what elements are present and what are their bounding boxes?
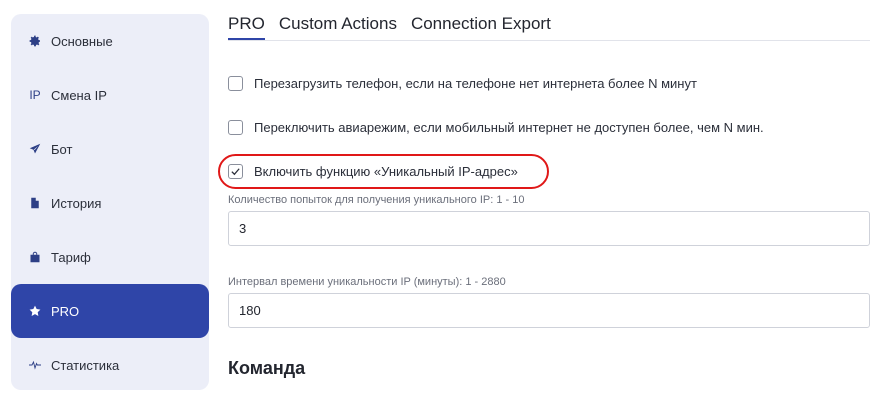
option-label: Переключить авиарежим, если мобильный ин… — [254, 120, 764, 135]
sidebar-item-label: История — [51, 195, 102, 211]
sidebar-item-tariff[interactable]: Тариф — [11, 230, 209, 284]
sidebar-item-ip-change[interactable]: IP Смена IP — [11, 68, 209, 122]
attempts-input[interactable] — [228, 211, 870, 246]
sidebar-item-label: Бот — [51, 141, 73, 157]
sidebar-item-label: Тариф — [51, 249, 91, 265]
document-icon — [27, 195, 43, 211]
sidebar-item-pro[interactable]: PRO — [11, 284, 209, 338]
tab-pro[interactable]: PRO — [228, 14, 265, 40]
section-title-command: Команда — [228, 358, 306, 378]
attempts-label: Количество попыток для получения уникаль… — [228, 194, 525, 206]
option-label: Перезагрузить телефон, если на телефоне … — [254, 76, 697, 91]
tab-custom-actions[interactable]: Custom Actions — [279, 14, 397, 40]
sidebar-item-general[interactable]: Основные — [11, 14, 209, 68]
interval-label: Интервал времени уникальности IP (минуты… — [228, 276, 506, 288]
bag-icon — [27, 249, 43, 265]
option-unique-ip[interactable]: Включить функцию «Уникальный IP-адрес» — [228, 164, 518, 179]
sidebar-item-bot[interactable]: Бот — [11, 122, 209, 176]
tab-connection-export[interactable]: Connection Export — [411, 14, 551, 40]
checkmark-icon — [231, 168, 240, 176]
option-label: Включить функцию «Уникальный IP-адрес» — [254, 164, 518, 179]
option-airplane-mode[interactable]: Переключить авиарежим, если мобильный ин… — [228, 120, 764, 135]
sidebar-item-label: Статистика — [51, 357, 120, 373]
option-reboot-phone[interactable]: Перезагрузить телефон, если на телефоне … — [228, 76, 697, 91]
gear-icon — [27, 33, 43, 49]
pulse-icon — [27, 357, 43, 373]
unique-ip-checkbox[interactable] — [228, 164, 243, 179]
ip-icon: IP — [29, 88, 41, 102]
tab-bar: PRO Custom Actions Connection Export — [228, 14, 870, 41]
sidebar-item-label: Смена IP — [51, 87, 107, 103]
reboot-checkbox[interactable] — [228, 76, 243, 91]
sidebar: Основные IP Смена IP Бот История Тариф P… — [11, 14, 209, 390]
star-icon — [27, 303, 43, 319]
airplane-checkbox[interactable] — [228, 120, 243, 135]
sidebar-item-history[interactable]: История — [11, 176, 209, 230]
sidebar-item-label: PRO — [51, 303, 80, 319]
interval-input[interactable] — [228, 293, 870, 328]
sidebar-item-statistics[interactable]: Статистика — [11, 338, 209, 392]
paper-plane-icon — [27, 141, 43, 157]
sidebar-item-label: Основные — [51, 33, 113, 49]
